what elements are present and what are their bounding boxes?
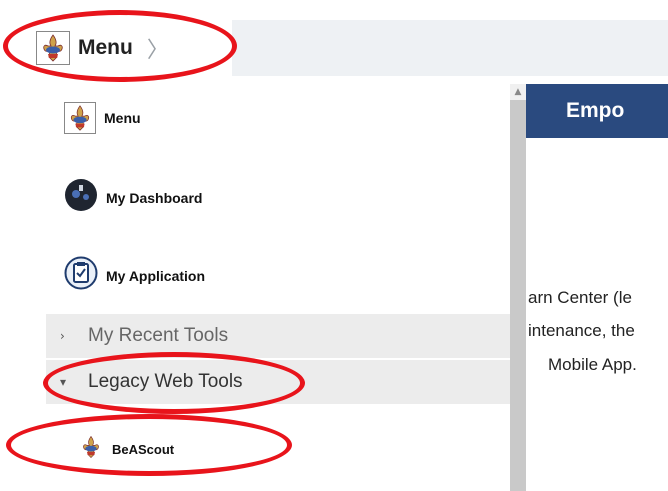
dashboard-globe-icon [64,178,98,217]
sidebar-menu: Menu My Dashboard My Application › My Re… [46,84,510,491]
main-text-line: Mobile App. [548,355,637,374]
main-text-line: arn Center (le [528,288,632,307]
sidebar-item-my-application[interactable]: My Application [64,256,205,295]
main-banner-title: Empo [526,84,668,138]
main-text-line: intenance, the [528,321,635,340]
chevron-right-icon: › [60,329,65,343]
clipboard-check-icon [64,256,98,295]
chevron-right-icon: 〉 [146,38,169,63]
chevron-down-icon: ▾ [60,375,67,389]
sidebar-item-beascout[interactable]: BeAScout [78,434,174,465]
menu-tab[interactable]: Menu 〉 [36,20,169,76]
section-my-recent-tools[interactable]: › My Recent Tools [46,314,510,358]
sidebar-item-label: My Application [106,267,206,284]
section-label: My Recent Tools [88,325,229,346]
bsa-fleur-icon [36,31,70,65]
sidebar-item-label: My Dashboard [106,189,203,206]
sidebar-item-label: BeAScout [112,442,175,457]
section-legacy-web-tools[interactable]: ▾ Legacy Web Tools [46,360,510,404]
top-bar: Menu 〉 [0,0,668,76]
sidebar-scrollbar[interactable]: ▲ [510,84,526,491]
bsa-fleur-icon [64,102,96,134]
bsa-fleur-icon [78,434,104,465]
sidebar-item-label: Menu [104,110,141,126]
section-label: Legacy Web Tools [88,371,243,392]
sidebar-item-menu[interactable]: Menu [64,102,141,134]
sidebar-item-my-dashboard[interactable]: My Dashboard [64,178,202,217]
top-bar-background [232,20,668,76]
menu-tab-label: Menu [78,36,133,59]
scroll-up-arrow-icon[interactable]: ▲ [510,84,526,100]
